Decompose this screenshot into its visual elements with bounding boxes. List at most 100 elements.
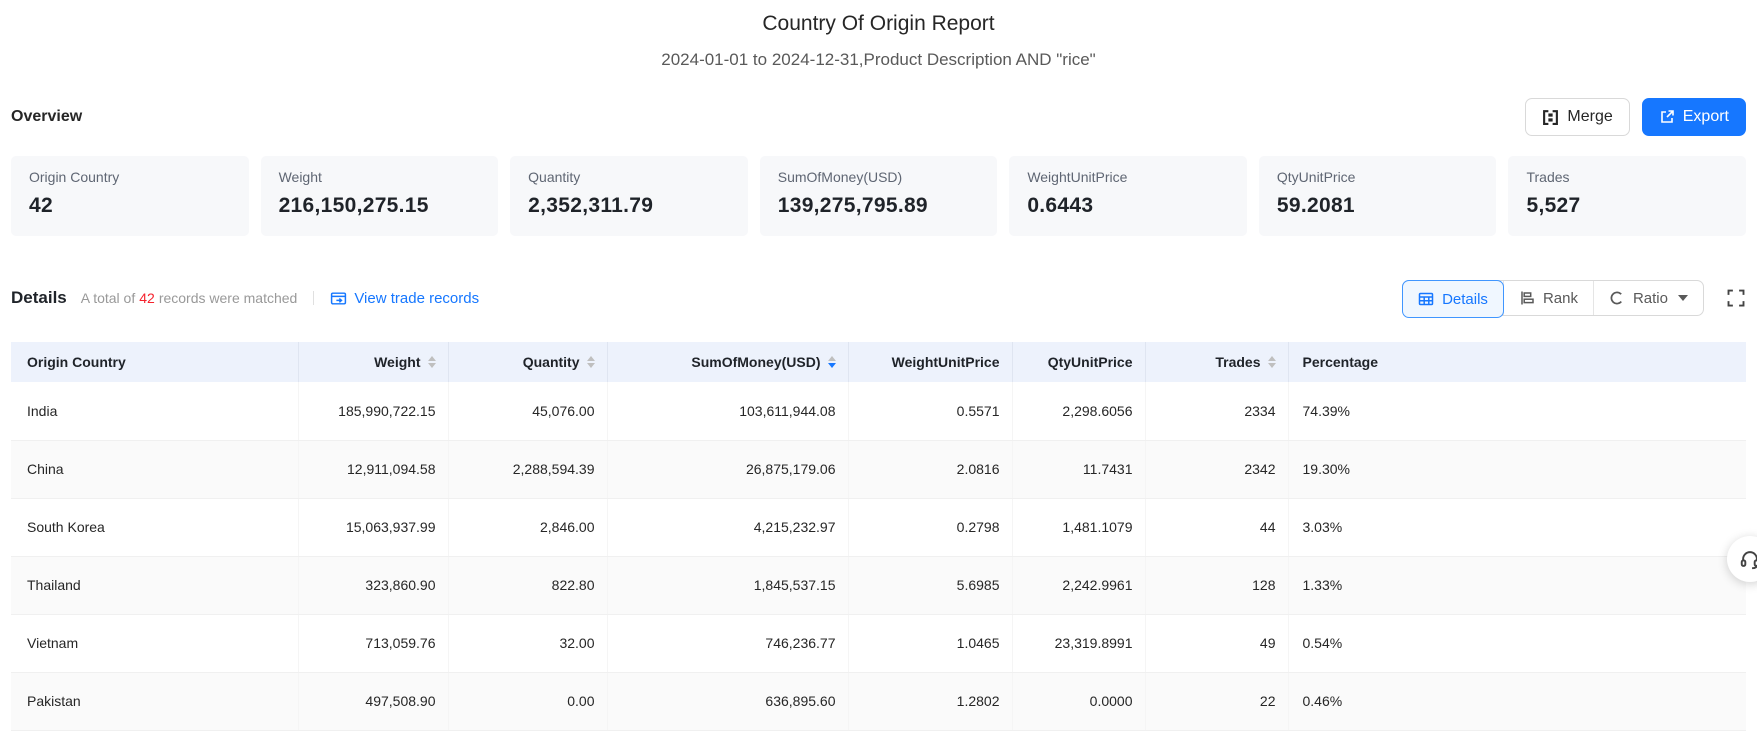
weight-unit-price-cell: 0.2798 — [848, 498, 1013, 557]
overview-cards: Origin Country 42 Weight 216,150,275.15 … — [11, 156, 1747, 236]
tab-ratio-label: Ratio — [1632, 289, 1668, 307]
weight-cell: 15,063,937.99 — [298, 498, 449, 557]
stat-card-quantity: Quantity 2,352,311.79 — [510, 156, 748, 236]
col-header-sum-of-money[interactable]: SumOfMoney(USD) — [607, 342, 849, 382]
weight-unit-price-cell: 1.0465 — [848, 614, 1013, 673]
stat-value: 0.6443 — [1027, 194, 1094, 217]
stat-label: WeightUnitPrice — [1027, 169, 1128, 185]
table-row: India 185,990,722.15 45,076.00 103,611,9… — [11, 382, 1746, 441]
quantity-cell: 32.00 — [448, 614, 608, 673]
stat-value: 139,275,795.89 — [777, 194, 928, 217]
export-icon — [1659, 109, 1675, 125]
merge-button[interactable]: Merge — [1525, 98, 1630, 136]
col-header-weight-unit-price: WeightUnitPrice — [848, 342, 1013, 382]
col-header-qty-unit-price: QtyUnitPrice — [1012, 342, 1146, 382]
country-cell: Vietnam — [11, 614, 299, 673]
percentage-cell: 1.33% — [1288, 556, 1746, 615]
view-mode-segmented: Details Rank Ratio — [1402, 280, 1704, 318]
tab-rank-label: Rank — [1542, 289, 1578, 307]
stat-label: QtyUnitPrice — [1276, 169, 1356, 185]
matched-count: 42 — [139, 290, 155, 306]
table-row: Vietnam 713,059.76 32.00 746,236.77 1.04… — [11, 614, 1746, 673]
stat-value: 2,352,311.79 — [528, 194, 654, 217]
weight-cell: 12,911,094.58 — [298, 440, 449, 499]
headset-icon — [1740, 551, 1757, 570]
trades-cell: 2334 — [1145, 382, 1289, 441]
stat-card-weight: Weight 216,150,275.15 — [260, 156, 499, 236]
details-view-controls: Details Rank Ratio — [1402, 280, 1746, 318]
quantity-cell: 2,846.00 — [448, 498, 608, 557]
weight-unit-price-cell: 0.5571 — [848, 382, 1013, 441]
view-trade-records-label: View trade records — [354, 289, 480, 307]
divider — [313, 291, 315, 305]
overview-heading: Overview — [11, 108, 83, 125]
details-toolbar: Details A total of 42 records were matched… — [11, 280, 1746, 318]
ratio-circle-icon — [1609, 290, 1625, 306]
stat-card-sum-of-money: SumOfMoney(USD) 139,275,795.89 — [759, 156, 998, 236]
trades-cell: 2342 — [1145, 440, 1289, 499]
trades-cell: 44 — [1145, 498, 1289, 557]
tab-details-label: Details — [1442, 290, 1488, 308]
stat-value: 216,150,275.15 — [278, 194, 429, 217]
table-row: Pakistan 497,508.90 0.00 636,895.60 1.28… — [11, 672, 1746, 731]
col-header-trades[interactable]: Trades — [1145, 342, 1289, 382]
overview-actions: Merge Export — [1525, 98, 1746, 136]
country-cell: India — [11, 382, 299, 441]
export-button-label: Export — [1682, 108, 1729, 125]
stat-label: SumOfMoney(USD) — [777, 169, 903, 185]
sum-cell: 746,236.77 — [607, 614, 849, 673]
quantity-cell: 0.00 — [448, 672, 608, 731]
country-cell: China — [11, 440, 299, 499]
quantity-cell: 2,288,594.39 — [448, 440, 608, 499]
weight-cell: 185,990,722.15 — [298, 382, 449, 441]
sort-icon — [427, 356, 436, 368]
table-row: Thailand 323,860.90 822.80 1,845,537.15 … — [11, 556, 1746, 615]
table-header-row: Origin Country Weight Quantity SumOfMone… — [11, 342, 1746, 382]
weight-cell: 713,059.76 — [298, 614, 449, 673]
weight-unit-price-cell: 2.0816 — [848, 440, 1013, 499]
overview-bar: Overview Merge Export — [11, 98, 1746, 136]
percentage-cell: 3.03% — [1288, 498, 1746, 557]
sort-icon — [586, 356, 595, 368]
export-button[interactable]: Export — [1641, 98, 1746, 136]
tab-ratio[interactable]: Ratio — [1592, 281, 1703, 315]
stat-card-origin-country: Origin Country 42 — [11, 156, 249, 236]
country-cell: Thailand — [11, 556, 299, 615]
stat-value: 59.2081 — [1276, 194, 1355, 217]
qty-unit-price-cell: 2,298.6056 — [1012, 382, 1146, 441]
col-header-percentage: Percentage — [1288, 342, 1746, 382]
tab-details[interactable]: Details — [1402, 280, 1504, 318]
sort-icon-desc-active — [827, 356, 836, 368]
sum-cell: 103,611,944.08 — [607, 382, 849, 441]
col-header-weight[interactable]: Weight — [298, 342, 449, 382]
percentage-cell: 19.30% — [1288, 440, 1746, 499]
qty-unit-price-cell: 23,319.8991 — [1012, 614, 1146, 673]
stat-value: 42 — [29, 194, 53, 217]
quantity-cell: 45,076.00 — [448, 382, 608, 441]
merge-cells-icon — [1542, 109, 1559, 126]
details-table: Origin Country Weight Quantity SumOfMone… — [11, 342, 1746, 731]
view-trade-records-link[interactable]: View trade records — [330, 290, 479, 307]
stat-card-qty-unit-price: QtyUnitPrice 59.2081 — [1258, 156, 1497, 236]
sum-cell: 26,875,179.06 — [607, 440, 849, 499]
qty-unit-price-cell: 2,242.9961 — [1012, 556, 1146, 615]
tab-rank[interactable]: Rank — [1502, 281, 1593, 315]
weight-cell: 497,508.90 — [298, 672, 449, 731]
qty-unit-price-cell: 11.7431 — [1012, 440, 1146, 499]
stat-label: Origin Country — [29, 169, 120, 185]
sum-cell: 636,895.60 — [607, 672, 849, 731]
stat-value: 5,527 — [1526, 194, 1581, 217]
stat-label: Trades — [1526, 169, 1570, 185]
details-heading-group: Details A total of 42 records were matched… — [11, 288, 479, 308]
col-header-origin-country: Origin Country — [11, 342, 299, 382]
caret-down-icon — [1678, 295, 1688, 301]
page-title: Country Of Origin Report — [762, 12, 995, 35]
table-grid-icon — [1418, 291, 1434, 307]
window-link-icon — [330, 290, 347, 307]
percentage-cell: 0.54% — [1288, 614, 1746, 673]
col-header-quantity[interactable]: Quantity — [448, 342, 608, 382]
trades-cell: 128 — [1145, 556, 1289, 615]
details-heading: Details — [11, 288, 67, 307]
fullscreen-button[interactable] — [1726, 288, 1746, 308]
stat-card-weight-unit-price: WeightUnitPrice 0.6443 — [1009, 156, 1247, 236]
